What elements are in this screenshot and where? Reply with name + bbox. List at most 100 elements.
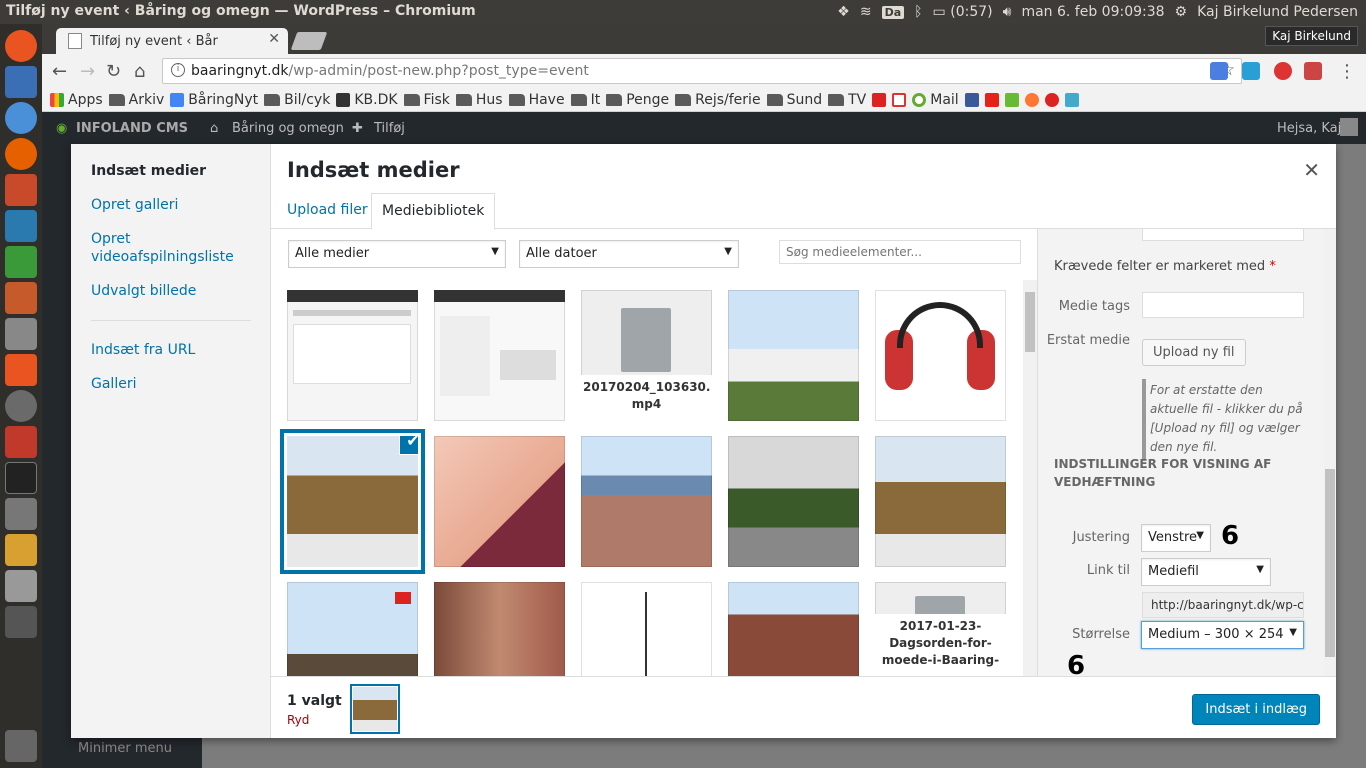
media-type-filter[interactable]: Alle medier ▼	[288, 240, 506, 268]
screenshot-icon[interactable]	[5, 570, 37, 602]
attachment-headphones-photo[interactable]	[875, 290, 1006, 421]
gimp-icon[interactable]	[5, 498, 37, 530]
back-icon[interactable]: ←	[52, 61, 67, 82]
attachment-document[interactable]: 2017-01-23- Dagsorden-for- moede-i-Baari…	[875, 582, 1006, 676]
attachment-video[interactable]: 20170204_103630. mp4	[581, 290, 712, 421]
tab-close-icon[interactable]: ✕	[268, 31, 280, 47]
tab-upload-files[interactable]: Upload filer	[277, 193, 378, 229]
description-textarea[interactable]	[1142, 229, 1304, 241]
bookmark-link[interactable]	[1024, 92, 1039, 107]
attachment-baby-photo[interactable]	[434, 436, 565, 567]
files-icon[interactable]	[5, 174, 37, 206]
attachment-screenshot[interactable]	[434, 290, 565, 421]
dropbox-icon[interactable]: ❖	[837, 4, 850, 20]
check-icon[interactable]: ✔	[400, 436, 418, 454]
ubuntu-logo-icon[interactable]	[5, 30, 37, 62]
extension-icon[interactable]	[1274, 62, 1292, 80]
attachment-building-photo[interactable]	[728, 582, 859, 676]
info-icon[interactable]: i	[171, 63, 185, 77]
bookmark-folder[interactable]: Bil/cyk	[264, 92, 330, 108]
cms-name[interactable]: INFOLAND CMS	[76, 121, 188, 136]
firefox-icon[interactable]	[5, 138, 37, 170]
new-tab-button[interactable]	[290, 32, 328, 50]
bookmark-link[interactable]	[1044, 92, 1059, 107]
bookmark-link[interactable]	[872, 92, 887, 107]
attachment-musicians-photo[interactable]	[728, 436, 859, 567]
browser-tab[interactable]: Tilføj ny event ‹ Bår ✕	[56, 28, 288, 54]
avatar[interactable]	[1340, 118, 1358, 136]
date-filter[interactable]: Alle datoer ▼	[519, 240, 739, 268]
settings-gear-icon[interactable]: ⚙	[1175, 4, 1188, 20]
menu-icon[interactable]: ⋮	[1338, 61, 1356, 82]
menu-insert-media[interactable]: Indsæt medier	[91, 162, 261, 180]
attachment-screenshot[interactable]	[287, 290, 418, 421]
close-icon[interactable]: ✕	[1303, 158, 1320, 182]
cms-logo-icon[interactable]: ◉	[56, 121, 67, 136]
bookmark-mail[interactable]: Mail	[912, 92, 959, 108]
attachment-couple-photo[interactable]	[434, 582, 565, 676]
writer-icon[interactable]	[5, 210, 37, 242]
updater-icon[interactable]	[5, 390, 37, 422]
details-scrollbar[interactable]	[1324, 229, 1336, 676]
bookmark-folder[interactable]: Rejs/ferie	[675, 92, 761, 108]
bookmark-folder[interactable]: Arkiv	[108, 92, 164, 108]
menu-featured-image[interactable]: Udvalgt billede	[91, 282, 261, 300]
menu-create-gallery[interactable]: Opret galleri	[91, 196, 261, 214]
calendar-icon[interactable]	[5, 66, 37, 98]
wifi-icon[interactable]: ≋	[860, 4, 872, 20]
attachment-sculpture-photo[interactable]	[875, 436, 1006, 567]
link-to-select[interactable]: Mediefil ▼	[1141, 558, 1271, 586]
bookmark-link[interactable]	[1064, 92, 1079, 107]
site-name[interactable]: Båring og omegn	[232, 121, 344, 136]
keyboard-layout[interactable]: Da	[881, 5, 905, 19]
add-new-link[interactable]: Tilføj	[374, 121, 405, 136]
media-tags-input[interactable]	[1142, 292, 1304, 318]
selected-thumbnail[interactable]	[353, 687, 397, 731]
media-search-input[interactable]	[779, 240, 1021, 264]
extension-icon[interactable]	[1304, 62, 1322, 80]
attachment-church-photo[interactable]	[728, 290, 859, 421]
clock[interactable]: man 6. feb 09:09:38	[1021, 4, 1164, 20]
impress-icon[interactable]	[5, 282, 37, 314]
user-name[interactable]: Kaj Birkelund Pedersen	[1197, 4, 1358, 20]
chromium-icon[interactable]	[5, 102, 37, 134]
bookmark-folder[interactable]: Have	[508, 92, 565, 108]
insert-into-post-button[interactable]: Indsæt i indlæg	[1192, 694, 1320, 725]
calculator-icon[interactable]	[5, 318, 37, 350]
bookmark-link[interactable]	[1004, 92, 1019, 107]
terminal-icon[interactable]	[5, 462, 37, 494]
attachment-drawing[interactable]	[581, 582, 712, 676]
scroll-thumb[interactable]	[1325, 469, 1335, 657]
profile-button[interactable]: Kaj Birkelund	[1265, 26, 1358, 46]
clear-selection-link[interactable]: Ryd	[287, 713, 309, 727]
address-bar[interactable]: i baaringnyt.dk/wp-admin/post-new.php?po…	[162, 58, 1242, 84]
bookmark-link[interactable]	[892, 92, 907, 107]
link-url-field[interactable]: http://baaringnyt.dk/wp-cc	[1142, 592, 1304, 618]
home-icon[interactable]: ⌂	[134, 61, 145, 82]
collapse-menu[interactable]: Minimer menu	[42, 738, 202, 768]
upload-new-file-button[interactable]: Upload ny fil	[1142, 339, 1246, 366]
bookmark-folder[interactable]: Sund	[766, 92, 822, 108]
software-center-icon[interactable]	[5, 354, 37, 386]
bookmark-folder[interactable]: Hus	[455, 92, 503, 108]
trash-icon[interactable]	[5, 730, 37, 762]
app-icon[interactable]	[5, 534, 37, 566]
bookmark-folder[interactable]: TV	[828, 92, 866, 108]
calc-icon[interactable]	[5, 246, 37, 278]
attachment-house-photo[interactable]	[287, 582, 418, 676]
bookmark-link[interactable]: BåringNyt	[170, 92, 258, 108]
bookmark-link[interactable]	[964, 92, 979, 107]
bookmark-apps[interactable]: Apps	[50, 92, 103, 108]
greeting[interactable]: Hejsa, Kaj	[1277, 121, 1341, 136]
menu-insert-from-url[interactable]: Indsæt fra URL	[91, 341, 261, 359]
bookmark-link[interactable]: KB.DK	[336, 92, 398, 108]
bookmark-folder[interactable]: It	[570, 92, 600, 108]
alignment-select[interactable]: Venstre ▼	[1141, 524, 1211, 552]
bookmark-folder[interactable]: Penge	[606, 92, 669, 108]
menu-create-playlist[interactable]: Opret videoafspilningsliste	[91, 230, 261, 266]
extension-icon[interactable]	[1242, 62, 1260, 80]
size-select[interactable]: Medium – 300 × 254 ▼	[1141, 621, 1304, 649]
scanner-icon[interactable]	[5, 606, 37, 638]
settings-icon[interactable]	[5, 426, 37, 458]
bookmark-folder[interactable]: Fisk	[403, 92, 450, 108]
